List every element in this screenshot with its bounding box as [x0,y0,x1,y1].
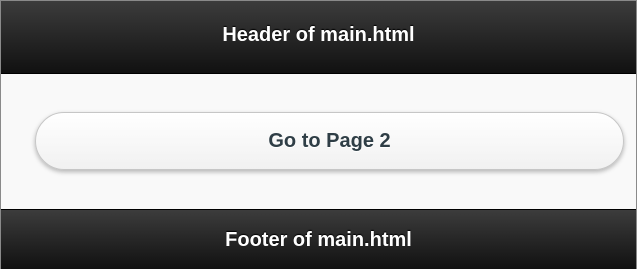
footer-title: Footer of main.html [225,229,412,251]
page-content: Go to Page 2 [1,74,636,209]
page-footer: Footer of main.html [1,209,636,269]
page-frame: Header of main.html Go to Page 2 Footer … [0,0,637,269]
go-to-page-2-button[interactable]: Go to Page 2 [35,112,624,170]
page-header: Header of main.html [1,1,636,74]
go-to-page-2-button-label: Go to Page 2 [268,129,391,152]
header-title: Header of main.html [222,23,415,46]
